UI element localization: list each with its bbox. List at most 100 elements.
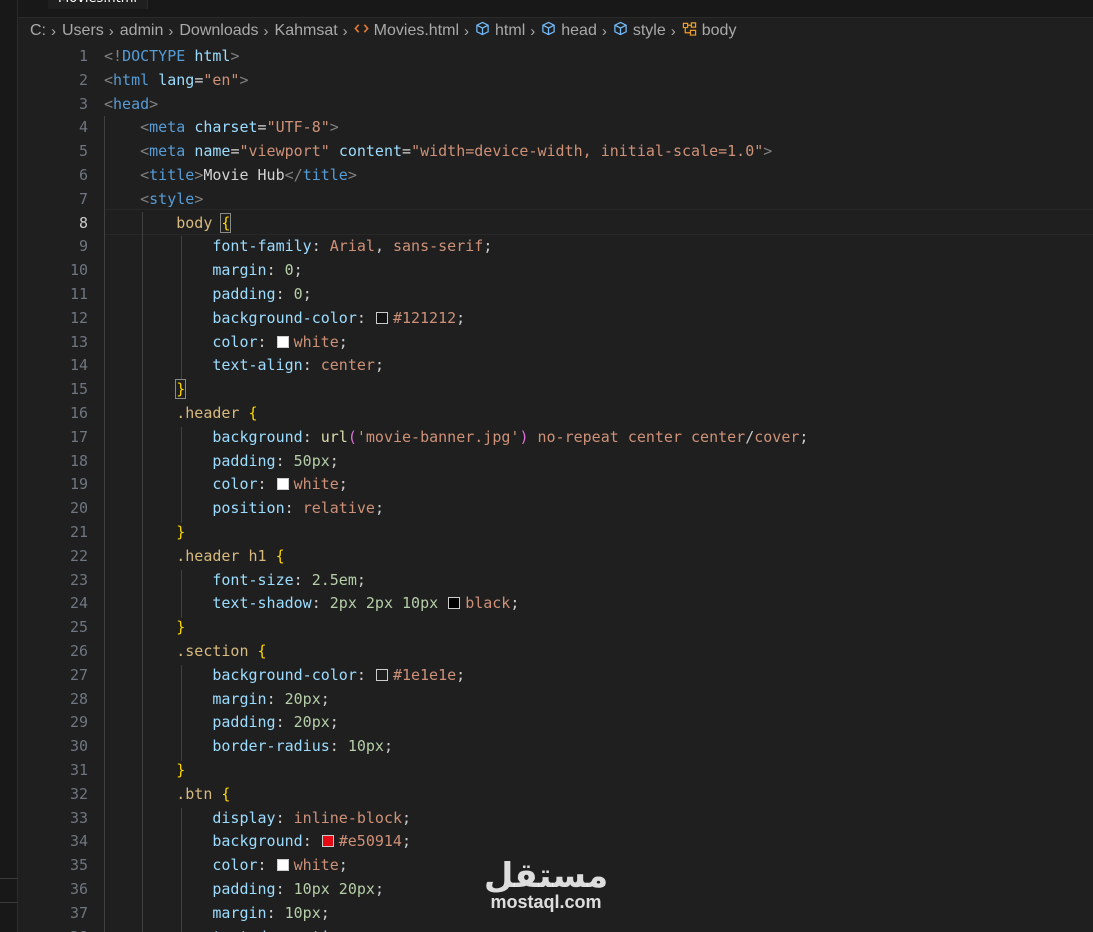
code-token: : bbox=[302, 356, 321, 375]
line-number: 3 bbox=[78, 94, 88, 113]
code-line[interactable]: <title>Movie Hub</title> bbox=[104, 163, 357, 187]
watermark-arabic: مستقل bbox=[484, 856, 608, 896]
line-number: 13 bbox=[69, 332, 88, 351]
code-token: : bbox=[257, 332, 276, 351]
color-swatch-icon[interactable] bbox=[276, 859, 289, 872]
breadcrumb-item[interactable]: html bbox=[475, 21, 525, 41]
breadcrumb-label: body bbox=[701, 22, 737, 39]
code-token: center bbox=[320, 356, 375, 375]
code-line[interactable]: font-size: 2.5em; bbox=[104, 568, 366, 592]
breadcrumb-item[interactable]: Movies.html bbox=[353, 21, 459, 41]
breadcrumb-item[interactable]: style bbox=[613, 21, 666, 41]
line-number: 7 bbox=[78, 189, 88, 208]
code-line[interactable]: position: relative; bbox=[104, 496, 384, 520]
code-line[interactable]: <head> bbox=[104, 92, 158, 116]
color-swatch-icon[interactable] bbox=[448, 597, 461, 610]
code-line[interactable]: padding: 20px; bbox=[104, 710, 338, 734]
code-line[interactable]: text-shadow: 2px 2px 10px black; bbox=[104, 591, 519, 615]
code-line[interactable]: background: #e50914; bbox=[104, 829, 411, 853]
code-line[interactable]: color: white; bbox=[104, 853, 347, 877]
code-token: no-repeat bbox=[537, 427, 619, 446]
code-token: < bbox=[104, 94, 114, 113]
color-swatch-icon[interactable] bbox=[321, 835, 334, 848]
line-number: 32 bbox=[69, 784, 88, 803]
breadcrumb-label: Users bbox=[62, 22, 104, 39]
code-token: ; bbox=[402, 808, 412, 827]
code-line[interactable]: <style> bbox=[104, 187, 203, 211]
code-line[interactable]: background-color: #1e1e1e; bbox=[104, 663, 465, 687]
code-line[interactable]: border-radius: 10px; bbox=[104, 734, 393, 758]
code-line[interactable]: text-decoration: none; bbox=[104, 925, 411, 932]
code-token: font-size bbox=[212, 570, 294, 589]
code-area[interactable]: <!DOCTYPE html> <html lang="en"> <head> <m… bbox=[104, 44, 1093, 932]
code-line[interactable]: .header { bbox=[104, 401, 257, 425]
code-line[interactable]: margin: 0; bbox=[104, 258, 302, 282]
code-line[interactable]: color: white; bbox=[104, 472, 347, 496]
code-line[interactable]: padding: 0; bbox=[104, 282, 311, 306]
color-swatch-icon[interactable] bbox=[375, 668, 388, 681]
code-editor[interactable]: 1 2 3 4 5 6 7 8 9 10 11 12 13 14 15 16 17 18 19 20 21 22 23 24 2… bbox=[18, 44, 1093, 932]
code-token: 10px bbox=[347, 737, 384, 756]
code-line[interactable]: margin: 20px; bbox=[104, 687, 329, 711]
color-swatch-icon[interactable] bbox=[276, 478, 289, 491]
line-number: 22 bbox=[69, 546, 88, 565]
code-token: background bbox=[212, 832, 303, 851]
code-line[interactable]: <!DOCTYPE html> bbox=[104, 44, 239, 68]
code-line[interactable]: } bbox=[104, 520, 185, 544]
breadcrumb-item[interactable]: C: bbox=[30, 22, 46, 40]
chevron-right-icon: › bbox=[342, 22, 348, 40]
code-line[interactable]: background-color: #121212; bbox=[104, 306, 465, 330]
code-line[interactable]: margin: 10px; bbox=[104, 901, 329, 925]
watermark-latin: mostaql.com bbox=[490, 892, 601, 912]
breadcrumb-item[interactable]: Downloads bbox=[179, 22, 258, 40]
code-token: : bbox=[257, 856, 276, 875]
code-line[interactable]: } bbox=[104, 615, 185, 639]
breadcrumb-item[interactable]: Users bbox=[62, 22, 104, 40]
code-line[interactable]: .section { bbox=[104, 639, 266, 663]
code-line[interactable]: color: white; bbox=[104, 330, 348, 354]
code-line[interactable]: background: url('movie-banner.jpg') no-r… bbox=[104, 425, 808, 449]
code-line[interactable]: <meta name="viewport" content="width=dev… bbox=[104, 139, 772, 163]
code-line[interactable]: text-align: center; bbox=[104, 353, 384, 377]
code-line[interactable]: .btn { bbox=[104, 782, 230, 806]
code-line[interactable]: font-family: Arial, sans-serif; bbox=[104, 234, 492, 258]
code-token: : bbox=[311, 594, 330, 613]
code-token: margin bbox=[212, 689, 267, 708]
code-token: : bbox=[266, 689, 285, 708]
code-token: > bbox=[329, 118, 339, 137]
code-token: Movie Hub bbox=[203, 166, 285, 184]
breadcrumb-item[interactable]: body bbox=[682, 21, 737, 41]
code-line[interactable]: body { bbox=[104, 211, 232, 235]
code-line[interactable]: display: inline-block; bbox=[104, 806, 411, 830]
line-number: 14 bbox=[69, 356, 88, 375]
breadcrumb-item[interactable]: head bbox=[541, 21, 597, 41]
code-line[interactable]: .header h1 { bbox=[104, 544, 284, 568]
breadcrumb-label: style bbox=[632, 22, 666, 39]
tab-movies-html[interactable]: Movies.html bbox=[48, 0, 148, 9]
line-number: 21 bbox=[69, 523, 88, 541]
code-token: 10px 20px bbox=[293, 880, 375, 898]
breadcrumb-item[interactable]: admin bbox=[120, 22, 164, 40]
color-swatch-icon[interactable] bbox=[276, 335, 289, 348]
breadcrumb-label: Downloads bbox=[179, 22, 259, 39]
code-token: : bbox=[311, 237, 330, 256]
code-token: title bbox=[149, 166, 195, 184]
breadcrumb-item[interactable]: Kahmsat bbox=[275, 22, 338, 40]
code-token: ; bbox=[338, 332, 348, 351]
code-line[interactable]: padding: 10px 20px; bbox=[104, 877, 384, 901]
code-line[interactable]: padding: 50px; bbox=[104, 449, 338, 473]
code-token: text-align bbox=[212, 356, 303, 375]
color-swatch-icon[interactable] bbox=[375, 311, 388, 324]
code-line[interactable]: } bbox=[104, 377, 187, 401]
code-line[interactable]: <html lang="en"> bbox=[104, 68, 249, 92]
code-line[interactable]: <meta charset="UTF-8"> bbox=[104, 115, 339, 139]
code-line[interactable]: } bbox=[104, 758, 185, 782]
